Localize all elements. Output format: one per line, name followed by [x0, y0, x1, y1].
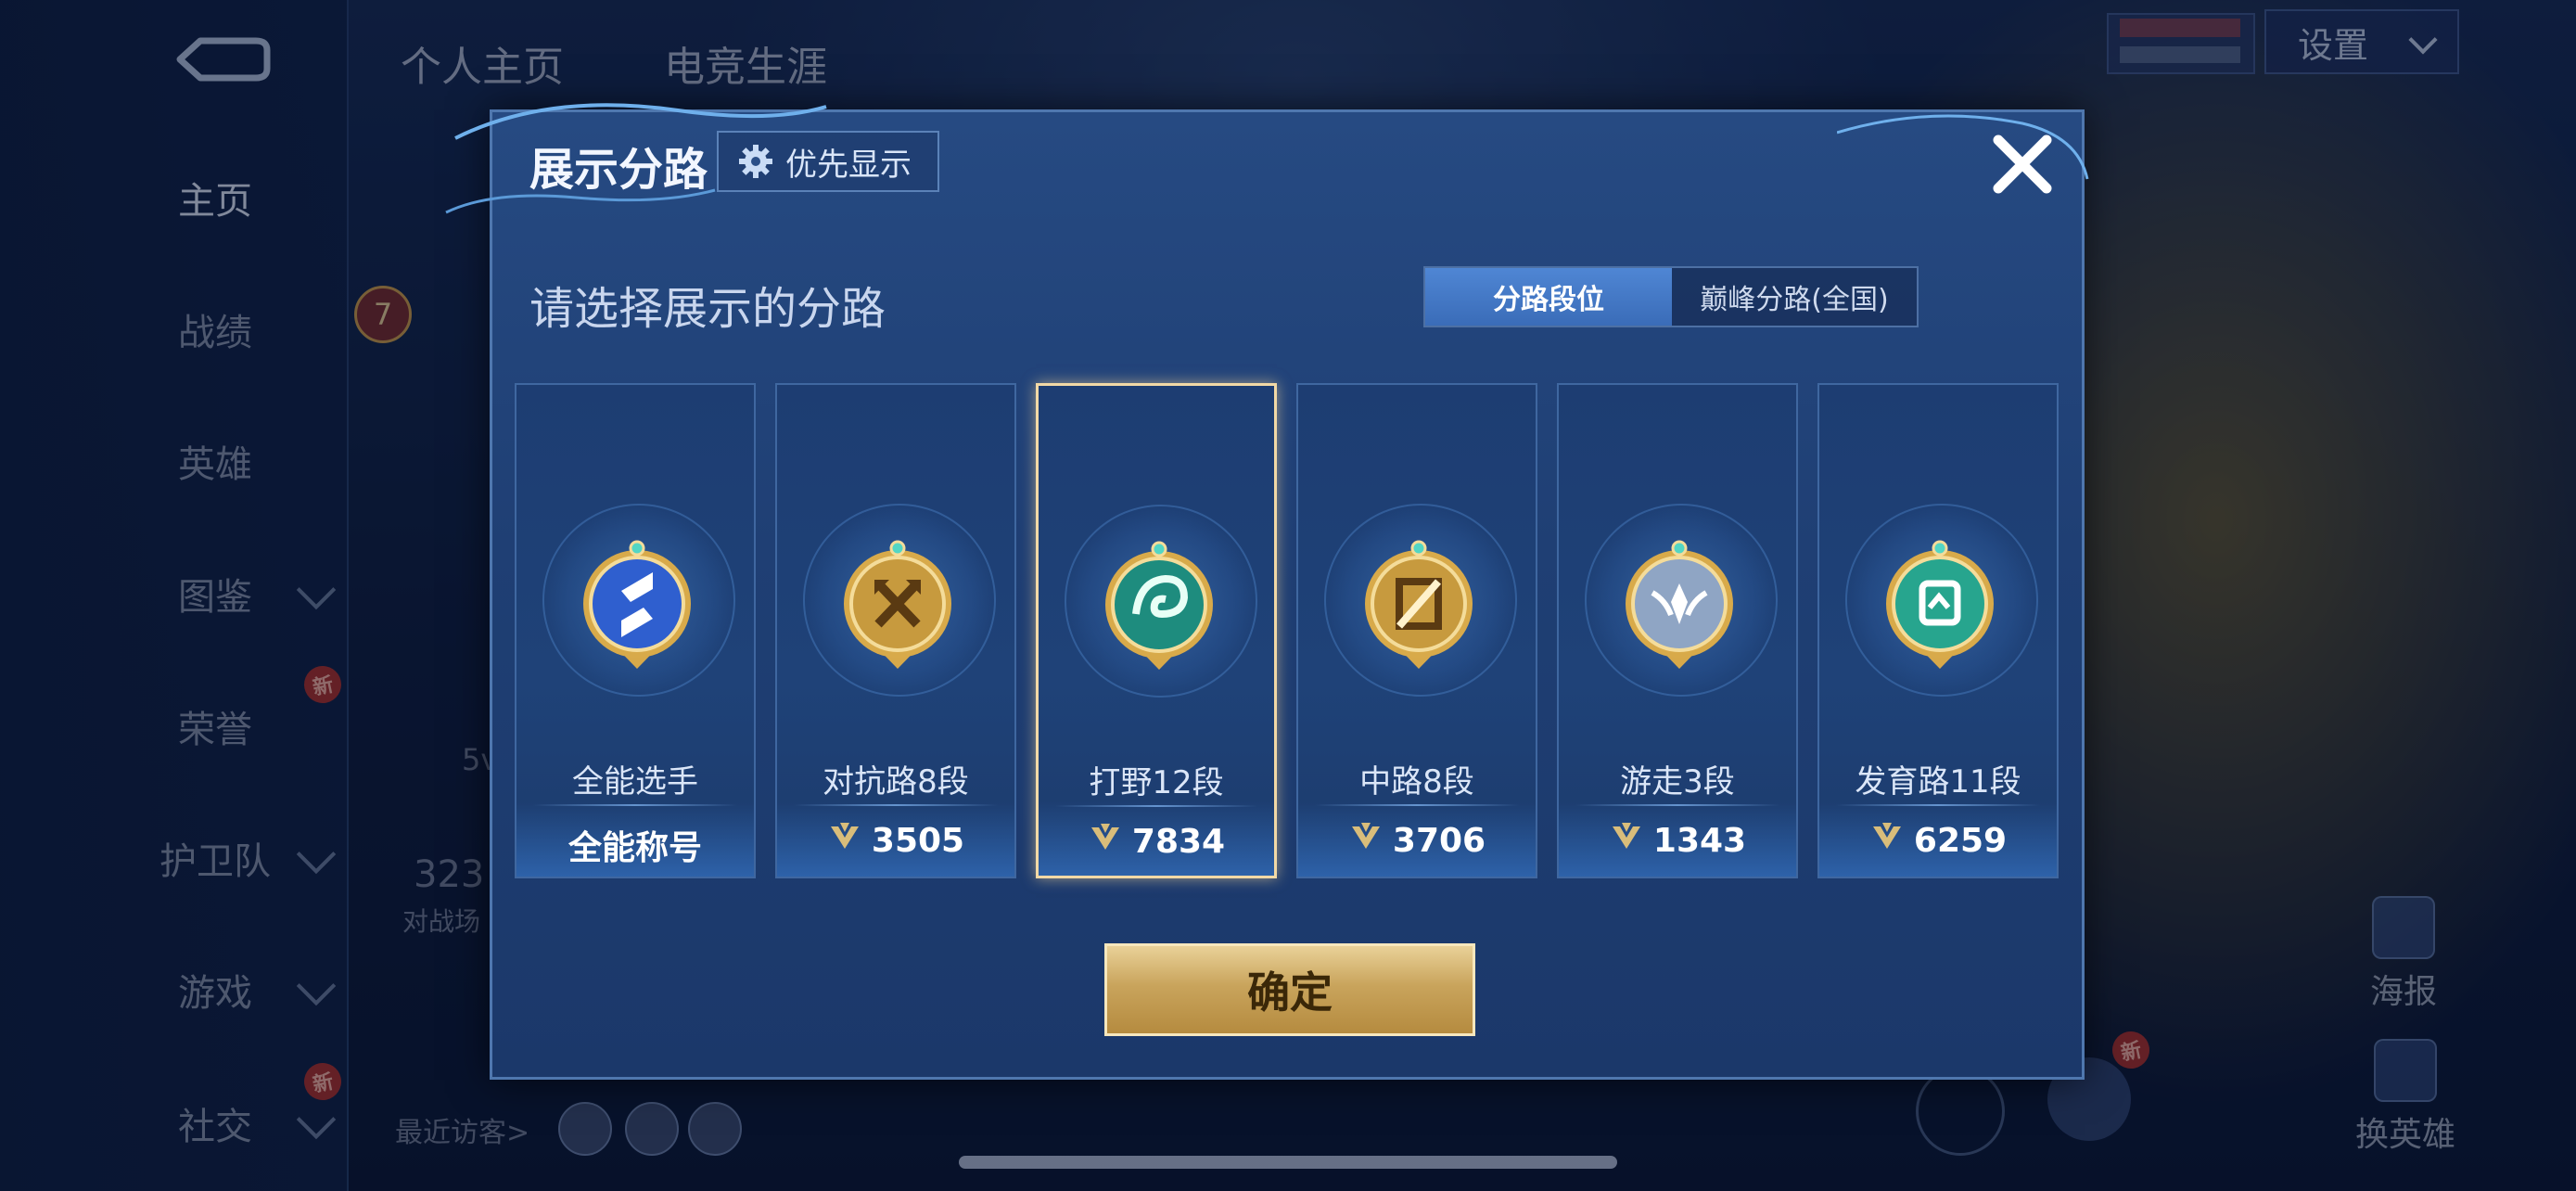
lane-score: 全能称号 [516, 821, 754, 869]
rank-points-icon [827, 821, 872, 861]
toggle-peak-lane-national[interactable]: 巅峰分路(全国) [1672, 268, 1917, 326]
priority-display-label: 优先显示 [785, 146, 912, 184]
lane-card[interactable]: 全能选手 全能称号 [515, 383, 756, 878]
lane-rank-name: 中路8段 [1359, 763, 1474, 800]
lane-card[interactable]: 中路8段 3706 [1296, 383, 1537, 878]
priority-display-button[interactable]: 优先显示 [717, 131, 939, 192]
home-indicator [959, 1156, 1617, 1169]
gear-icon [739, 145, 772, 178]
close-icon[interactable] [1987, 129, 2058, 199]
toggle-lane-rank[interactable]: 分路段位 [1425, 268, 1672, 326]
lane-score: 3706 [1298, 821, 1536, 861]
rank-points-icon [1088, 822, 1132, 862]
lane-score: 1343 [1559, 821, 1796, 861]
lane-card[interactable]: 打野12段 7834 [1036, 383, 1277, 878]
select-lane-prompt: 请选择展示的分路 [529, 283, 886, 335]
lane-score-value: 1343 [1652, 822, 1747, 860]
lane-mode-toggle: 分路段位 巅峰分路(全国) [1423, 266, 1919, 327]
lane-card[interactable]: 对抗路8段 3505 [775, 383, 1016, 878]
decorative-swirl [1837, 114, 2089, 180]
lane-rank-name: 全能选手 [572, 763, 698, 800]
lane-card[interactable]: 游走3段 1343 [1557, 383, 1798, 878]
rank-points-icon [1348, 821, 1393, 861]
lane-score-value: 6259 [1913, 822, 2008, 860]
lane-score-value: 全能称号 [567, 829, 702, 867]
lane-score-value: 3505 [871, 822, 965, 860]
lane-score-value: 7834 [1131, 823, 1226, 861]
lane-score: 3505 [777, 821, 1014, 861]
lane-rank-name: 打野12段 [1089, 764, 1224, 801]
lane-rank-name: 发育路11段 [1855, 763, 2021, 800]
lane-score: 6259 [1819, 821, 2057, 861]
rank-points-icon [1869, 821, 1914, 861]
lane-score-value: 3706 [1392, 822, 1486, 860]
lane-rank-name: 游走3段 [1620, 763, 1735, 800]
rank-points-icon [1609, 821, 1653, 861]
lane-card[interactable]: 发育路11段 6259 [1817, 383, 2059, 878]
lane-display-dialog: 展示分路 优先显示 请选择展示的分路 分路段位 巅峰分路(全国) 全能选手全能称… [445, 103, 2089, 1080]
lane-score: 7834 [1039, 822, 1274, 862]
lane-rank-name: 对抗路8段 [823, 763, 969, 800]
dialog-title: 展示分路 [529, 144, 708, 196]
confirm-button[interactable]: 确定 [1104, 943, 1475, 1036]
